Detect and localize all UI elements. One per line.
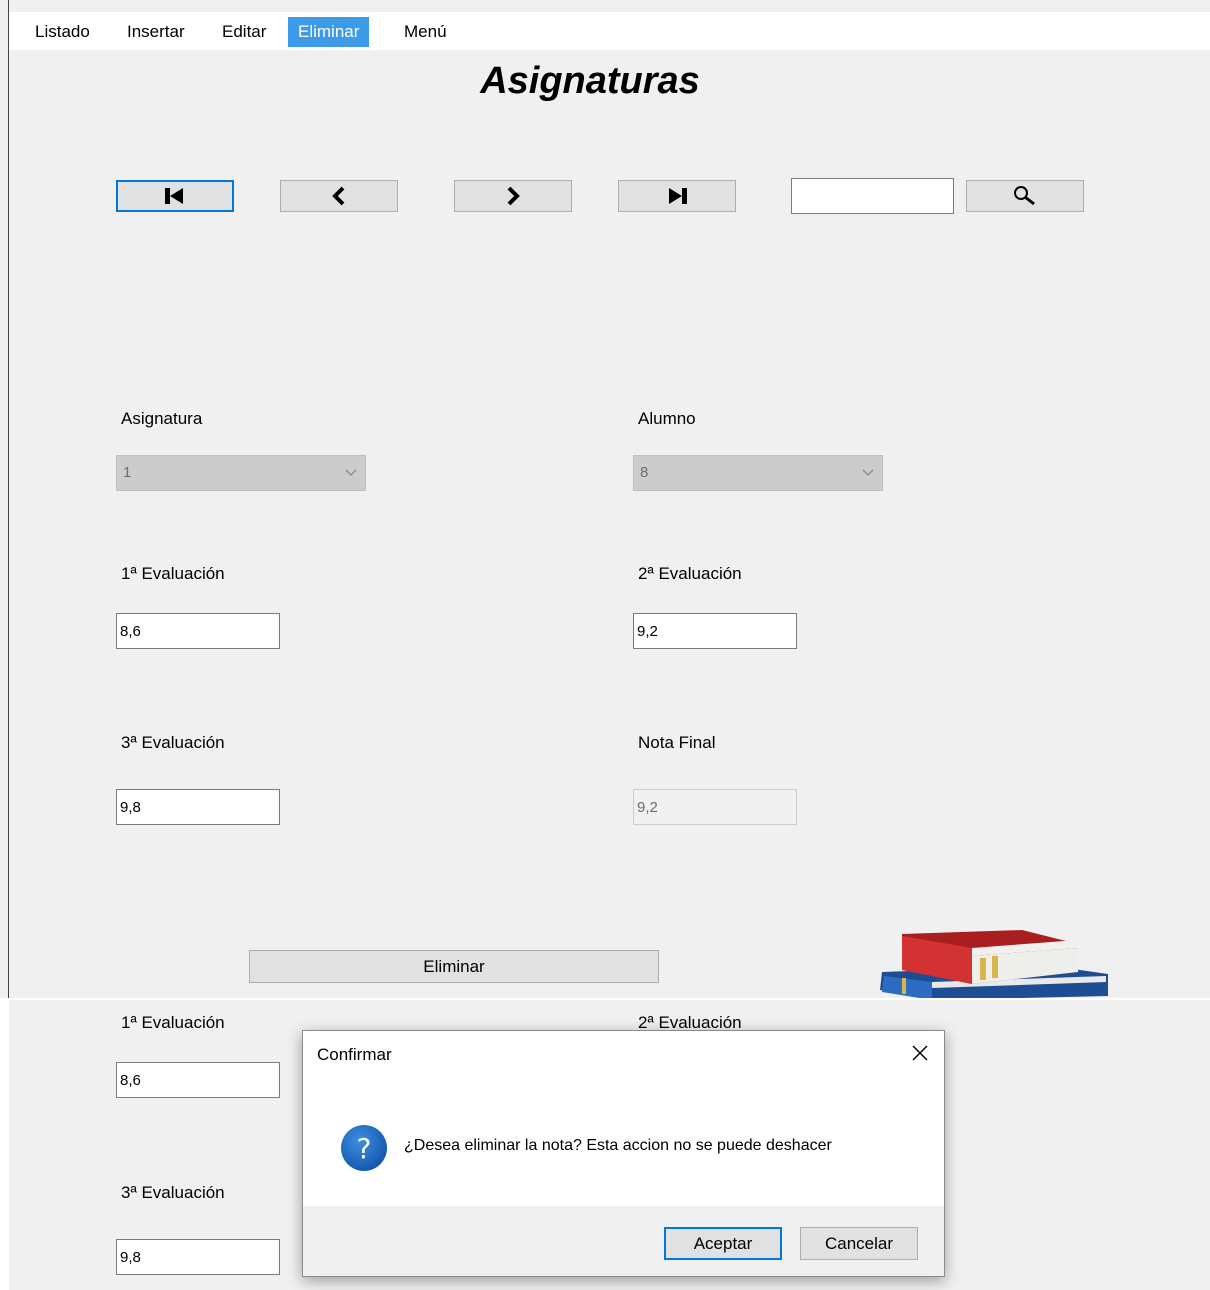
search-button[interactable] [966,180,1084,212]
main-window: Listado Insertar Editar Eliminar Menú As… [0,0,1210,1000]
menu-item-listado[interactable]: Listado [25,17,100,47]
eval3-label: 3ª Evaluación [121,1183,225,1202]
alumno-value: 8 [640,464,649,481]
skip-last-icon [669,188,687,204]
books-icon [880,930,1108,1000]
final-label: Nota Final [638,733,716,752]
question-icon: ? [341,1125,387,1171]
menu-bar: Listado Insertar Editar Eliminar Menú [9,12,1210,50]
skip-first-icon [165,188,183,204]
next-record-button[interactable] [454,180,572,212]
menu-item-eliminar[interactable]: Eliminar [288,17,370,47]
final-field: 9,2 [633,789,797,825]
search-input[interactable] [791,178,954,214]
eval3-field[interactable]: 9,8 [116,1239,280,1275]
eval3-label: 3ª Evaluación [121,733,225,752]
menu-item-menu[interactable]: Menú [394,17,457,47]
chevron-left-icon [332,186,345,206]
eval2-field[interactable]: 9,2 [633,613,797,649]
asignatura-value: 1 [123,464,132,481]
alumno-label: Alumno [638,409,696,428]
previous-record-button[interactable] [280,180,398,212]
chevron-down-icon [862,469,874,476]
dialog-title: Confirmar [317,1045,392,1064]
window-edge [8,0,9,1000]
delete-button[interactable]: Eliminar [249,950,659,983]
confirm-dialog: Confirmar ? ¿Desea eliminar la nota? Est… [302,1030,945,1277]
page-title: Asignaturas [480,60,700,102]
chevron-right-icon [507,186,520,206]
alumno-select[interactable]: 8 [633,455,883,491]
asignatura-label: Asignatura [121,409,203,428]
last-record-button[interactable] [618,180,736,212]
eval1-field[interactable]: 8,6 [116,613,280,649]
eval1-label: 1ª Evaluación [121,564,225,583]
first-record-button[interactable] [116,180,234,212]
menu-item-insertar[interactable]: Insertar [117,17,195,47]
search-icon [1014,186,1035,206]
eval2-label: 2ª Evaluación [638,564,742,583]
eval3-field[interactable]: 9,8 [116,789,280,825]
chevron-down-icon [345,469,357,476]
accept-button[interactable]: Aceptar [664,1227,782,1260]
eval1-label: 1ª Evaluación [121,1013,225,1032]
asignatura-select[interactable]: 1 [116,455,366,491]
close-icon[interactable] [910,1043,930,1063]
menu-item-editar[interactable]: Editar [212,17,276,47]
eval1-field[interactable]: 8,6 [116,1062,280,1098]
svg-text:?: ? [357,1132,372,1165]
dialog-message: ¿Desea eliminar la nota? Esta accion no … [404,1137,832,1154]
cancel-button[interactable]: Cancelar [800,1227,918,1260]
